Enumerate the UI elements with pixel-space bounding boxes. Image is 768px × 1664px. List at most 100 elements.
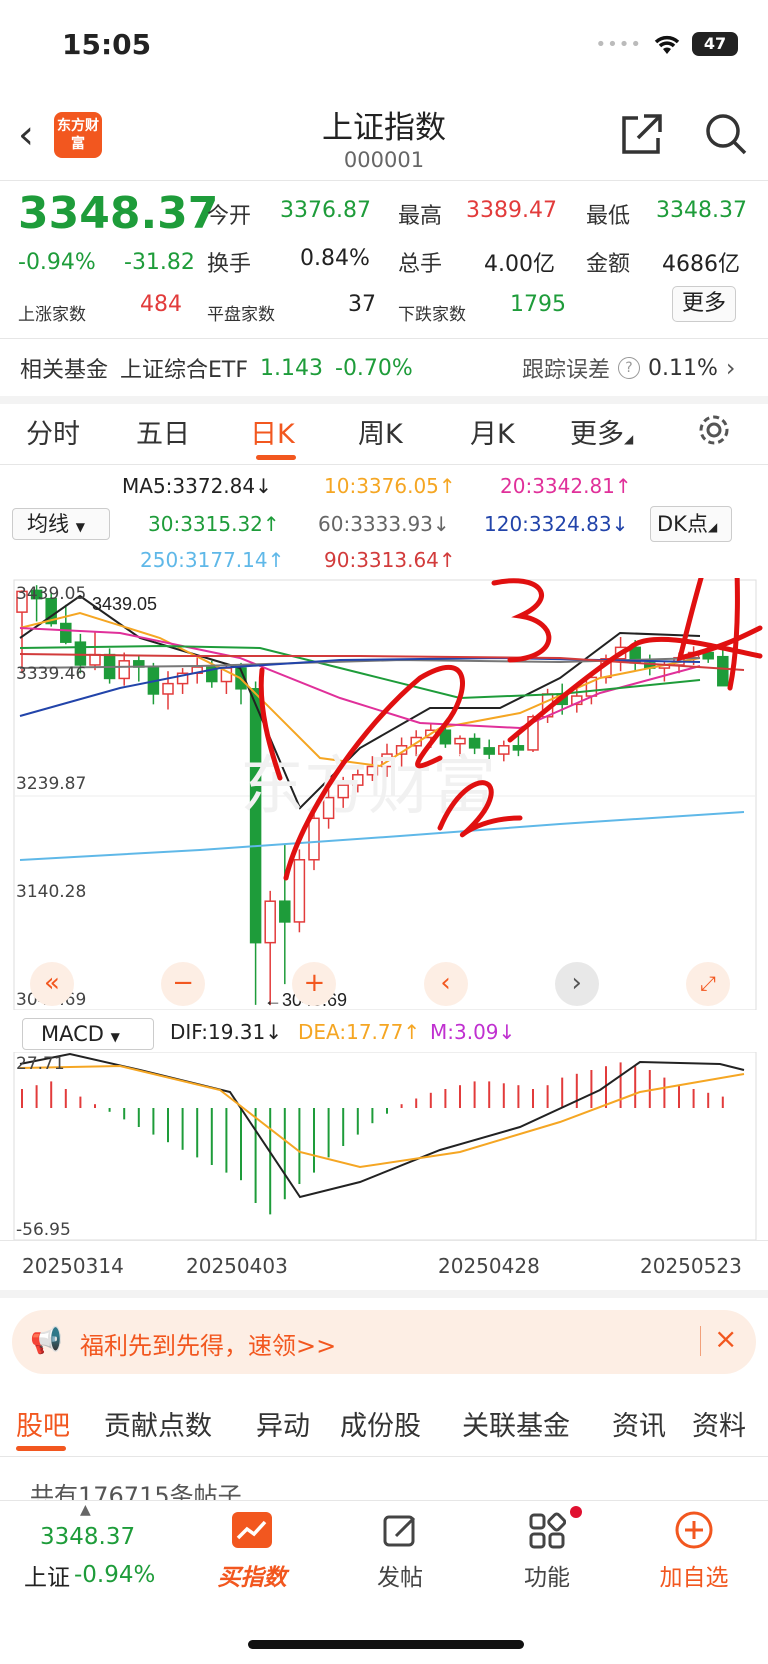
candle-body bbox=[279, 900, 291, 923]
fund-label: 相关基金 bbox=[20, 358, 109, 383]
prev-icon[interactable]: ‹ bbox=[423, 962, 468, 1006]
volume-value: 4.00亿 bbox=[484, 252, 555, 277]
next-icon[interactable]: › bbox=[554, 962, 599, 1006]
nav-function[interactable]: 功能 bbox=[492, 1558, 602, 1592]
candle-body bbox=[512, 745, 525, 751]
search-icon[interactable] bbox=[704, 112, 748, 156]
tab-intraday[interactable]: 分时 bbox=[26, 412, 80, 451]
macd-axis-bottom: -56.95 bbox=[16, 1220, 71, 1240]
zoom-in-icon[interactable]: + bbox=[292, 962, 337, 1006]
flat-count-label: 平盘家数 bbox=[207, 305, 275, 325]
tab-more[interactable]: 更多◢ bbox=[570, 412, 633, 451]
ma5-label: MA5:3372.84↓ bbox=[122, 474, 272, 498]
macd-selector[interactable]: MACD ▼ bbox=[22, 1018, 154, 1050]
macd-dea: DEA:17.77↑ bbox=[298, 1020, 421, 1044]
tab-linked-funds[interactable]: 关联基金 bbox=[462, 1404, 570, 1443]
zoom-out-icon[interactable]: − bbox=[161, 962, 206, 1006]
change-value: -31.82 bbox=[124, 250, 195, 275]
ma250-label: 250:3177.14↑ bbox=[140, 548, 285, 572]
tab-constituents[interactable]: 成份股 bbox=[340, 1404, 421, 1443]
buy-index-icon[interactable] bbox=[232, 1512, 272, 1548]
flat-count: 37 bbox=[348, 292, 376, 317]
nav-index-label: 上证 bbox=[24, 1565, 70, 1591]
megaphone-icon: 📢 bbox=[30, 1326, 63, 1356]
tracking-value: 0.11% bbox=[648, 355, 718, 381]
candle-body bbox=[60, 622, 72, 643]
ma60-label: 60:3333.93↓ bbox=[318, 512, 450, 536]
nav-price: 3348.37 bbox=[40, 1524, 136, 1550]
high-label: 最高 bbox=[398, 204, 443, 229]
dk-selector[interactable]: DK点◢ bbox=[650, 506, 732, 542]
tab-profile[interactable]: 资料 bbox=[692, 1404, 746, 1443]
up-count-label: 上涨家数 bbox=[18, 305, 86, 325]
fund-price: 1.143 bbox=[260, 355, 323, 381]
open-label: 今开 bbox=[207, 204, 252, 229]
x-axis-label: 20250523 bbox=[640, 1254, 742, 1278]
tab-5day[interactable]: 五日 bbox=[136, 412, 190, 451]
up-count: 484 bbox=[140, 292, 182, 317]
open-value: 3376.87 bbox=[280, 198, 371, 223]
ma10-label: 10:3376.05↑ bbox=[324, 474, 456, 498]
promo-text[interactable]: 福利先到先得，速领>> bbox=[80, 1326, 336, 1361]
ma20-label: 20:3342.81↑ bbox=[500, 474, 632, 498]
dropdown-icon: ▼ bbox=[75, 520, 85, 534]
candle-body bbox=[162, 682, 174, 695]
tab-monthly-k[interactable]: 月K bbox=[470, 412, 515, 451]
fullscreen-icon[interactable]: ⤢ bbox=[685, 962, 730, 1006]
candle-body bbox=[89, 653, 101, 666]
candle-body bbox=[264, 900, 276, 944]
wifi-icon bbox=[654, 35, 680, 54]
x-axis-label: 20250403 bbox=[186, 1254, 288, 1278]
candlestick-chart[interactable]: 东方财富 3439.05 ←3040.69 3 2 4 bbox=[0, 578, 768, 1010]
current-price: 3348.37 bbox=[18, 188, 219, 239]
candle-body bbox=[74, 641, 87, 666]
down-count: 1795 bbox=[510, 292, 566, 317]
caret-up-icon: ▲ bbox=[80, 1502, 91, 1518]
related-fund-row[interactable]: 相关基金 上证综合ETF 1.143 -0.70% bbox=[20, 352, 413, 384]
divider bbox=[0, 464, 768, 465]
nav-post[interactable]: 发帖 bbox=[345, 1558, 455, 1592]
grid-icon[interactable] bbox=[528, 1512, 566, 1550]
nav-buy-index[interactable]: 买指数 bbox=[197, 1558, 307, 1592]
x-axis-label: 20250314 bbox=[22, 1254, 124, 1278]
divider bbox=[700, 1326, 701, 1356]
rewind-icon[interactable]: « bbox=[30, 962, 74, 1006]
candle-body bbox=[717, 655, 729, 687]
ma90-label: 90:3313.64↑ bbox=[324, 548, 456, 572]
close-icon[interactable]: × bbox=[714, 1322, 737, 1355]
amount-label: 金额 bbox=[586, 252, 631, 277]
price-axis-tick: 3339.46 bbox=[16, 664, 87, 684]
nav-index-change: -0.94% bbox=[74, 1562, 156, 1588]
settings-icon[interactable] bbox=[696, 412, 732, 448]
fund-change: -0.70% bbox=[335, 355, 413, 381]
tracking-label: 跟踪误差 bbox=[522, 358, 611, 383]
candle-body bbox=[118, 660, 130, 680]
ma120-label: 120:3324.83↓ bbox=[484, 512, 629, 536]
watermark: 东方财富 bbox=[240, 750, 496, 822]
handwriting-4: 4 bbox=[0, 578, 10, 582]
notification-dot bbox=[570, 1506, 582, 1518]
tracking-error[interactable]: 跟踪误差 ? 0.11% › bbox=[522, 352, 736, 384]
tab-news[interactable]: 资讯 bbox=[612, 1404, 666, 1443]
edit-icon[interactable] bbox=[382, 1512, 420, 1550]
x-axis-label: 20250428 bbox=[438, 1254, 540, 1278]
tab-contribution[interactable]: 贡献点数 bbox=[104, 1404, 212, 1443]
change-pct: -0.94% bbox=[18, 250, 96, 275]
tab-more-label: 更多 bbox=[570, 419, 624, 450]
divider bbox=[0, 1456, 768, 1457]
tab-daily-k[interactable]: 日K bbox=[250, 412, 295, 451]
turnover-value: 0.84% bbox=[300, 246, 370, 271]
nav-add-watchlist[interactable]: 加自选 bbox=[639, 1558, 749, 1592]
price-axis-tick: 3239.87 bbox=[16, 774, 87, 794]
share-icon[interactable] bbox=[620, 112, 664, 156]
add-circle-icon[interactable] bbox=[674, 1510, 714, 1550]
battery-icon: 47 bbox=[692, 32, 738, 56]
tab-weekly-k[interactable]: 周K bbox=[358, 412, 403, 451]
ma-selector[interactable]: 均线 ▼ bbox=[12, 508, 110, 540]
nav-index[interactable]: 上证 -0.94% bbox=[24, 1558, 155, 1592]
tab-guba[interactable]: 股吧 bbox=[16, 1404, 70, 1443]
divider bbox=[0, 1240, 768, 1241]
help-icon[interactable]: ? bbox=[618, 357, 641, 379]
tab-movement[interactable]: 异动 bbox=[256, 1404, 310, 1443]
more-button[interactable]: 更多 bbox=[672, 286, 736, 322]
